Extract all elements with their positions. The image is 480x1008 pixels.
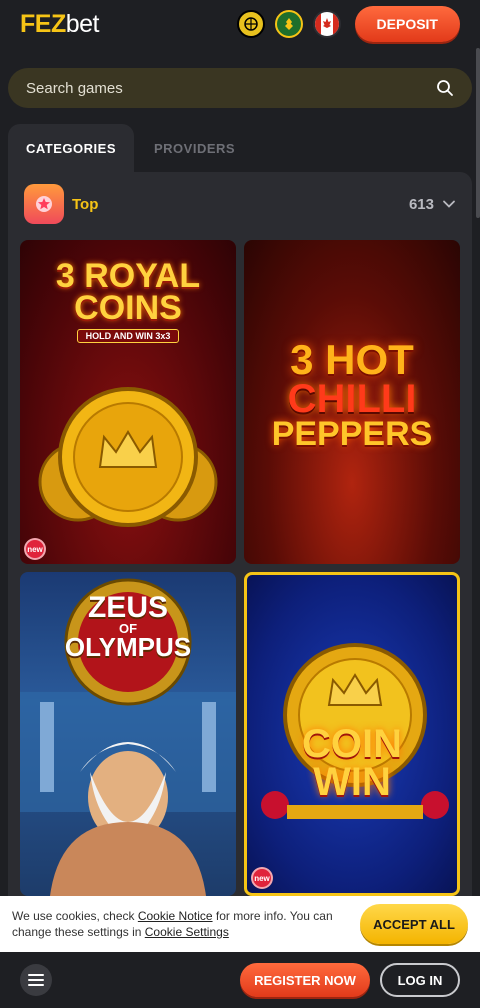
logo-main: FEZ [20,9,66,38]
deposit-button[interactable]: DEPOSIT [354,6,460,42]
search-icon[interactable] [436,79,454,97]
header-actions: DEPOSIT [236,6,460,42]
hamburger-icon [28,974,44,986]
menu-button[interactable] [20,964,52,996]
basketball-icon[interactable] [236,10,265,38]
top-header: FEZbet DEPOSIT [0,0,480,48]
search-input[interactable] [26,79,436,97]
wheat-icon[interactable] [274,10,303,38]
new-badge: new [24,538,46,560]
category-header[interactable]: Top 613 [24,184,456,224]
game-tile-zeus-of-olympus[interactable]: ZEUS OF OLYMPUS [20,572,236,896]
category-label: Top [72,195,99,213]
login-button[interactable]: LOG IN [380,963,460,997]
bottom-bar: REGISTER NOW LOG IN [0,952,480,1008]
scrollbar[interactable] [476,48,480,218]
chevron-down-icon[interactable] [442,197,456,211]
game-tile-royal-coins[interactable]: 3 ROYAL COINS HOLD AND WIN 3x3 new [20,240,236,564]
game-title: 3 HOT CHILLI PEPPERS [271,336,433,453]
accept-all-button[interactable]: ACCEPT ALL [360,904,468,944]
game-tile-hot-chilli-peppers[interactable]: 3 HOT CHILLI PEPPERS [244,240,460,564]
games-panel: Top 613 3 ROYAL COINS HOLD AND WIN 3x3 n… [8,172,472,932]
game-title: ZEUS OF OLYMPUS [64,591,192,662]
category-count: 613 [408,195,434,213]
game-tile-coin-win[interactable]: COIN WIN new [244,572,460,896]
cookie-text: We use cookies, check Cookie Notice for … [12,909,333,939]
star-icon [24,184,64,224]
canada-flag-icon[interactable] [312,10,341,38]
tab-providers[interactable]: PROVIDERS [134,124,253,172]
search-bar [8,68,472,108]
tab-categories[interactable]: CATEGORIES [8,124,134,172]
gold-coins-icon [38,387,218,527]
cookie-notice-link[interactable]: Cookie Notice [138,909,213,923]
game-title: COIN WIN [302,722,402,804]
cookie-banner: We use cookies, check Cookie Notice for … [0,896,480,952]
register-button[interactable]: REGISTER NOW [240,963,370,997]
logo-suffix: bet [65,9,100,38]
new-badge: new [251,867,273,889]
cookie-settings-link[interactable]: Cookie Settings [145,925,229,939]
category-tabs: CATEGORIES PROVIDERS [8,124,253,172]
app-root: FEZbet DEPOSIT CATEGORIES PROVIDERS [0,0,480,1008]
logo[interactable]: FEZbet [20,10,99,39]
game-title: 3 ROYAL COINS HOLD AND WIN 3x3 [20,259,236,344]
